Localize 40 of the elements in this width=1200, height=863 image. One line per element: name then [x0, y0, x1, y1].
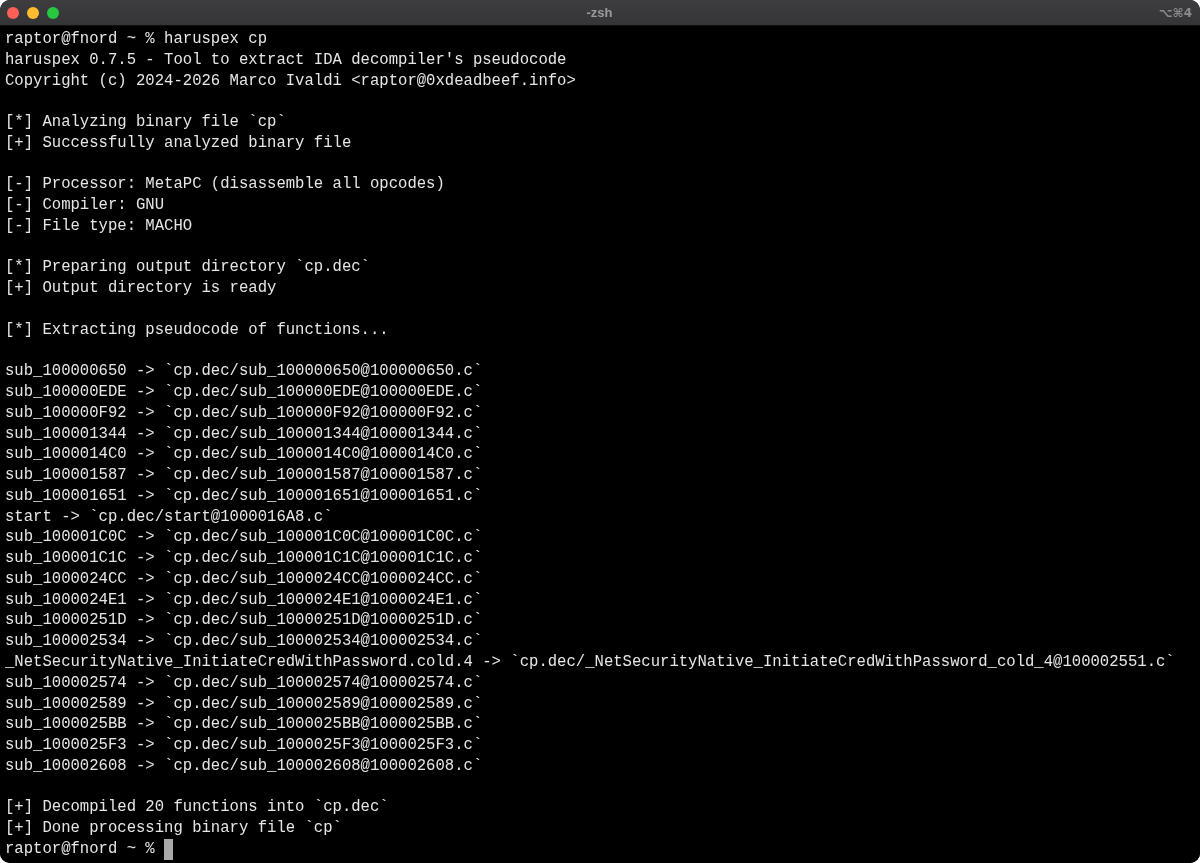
output-line: sub_10000251D -> `cp.dec/sub_10000251D@10000251D.c` — [5, 610, 484, 632]
output-line: haruspex 0.7.5 - Tool to extract IDA decompiler's pseudocode — [5, 49, 568, 71]
output-line: Copyright (c) 2024-2026 Marco Ivaldi <raptor@0xdeadbeef.info> — [5, 70, 577, 92]
output-line: [+] Done processing binary file `cp` — [5, 818, 343, 839]
output-line: sub_100002589 -> `cp.dec/sub_100002589@100002589.c` — [5, 693, 484, 715]
output-line: sub_100002608 -> `cp.dec/sub_100002608@100002608.c` — [5, 755, 484, 777]
close-icon[interactable] — [7, 6, 19, 19]
output-line: [*] Preparing output directory `cp.dec` — [5, 257, 371, 279]
output-line: [-] Compiler: GNU — [5, 195, 166, 216]
maximize-icon[interactable] — [47, 6, 59, 19]
output-line: _NetSecurityNative_InitiateCredWithPassword.cold.4 -> `cp.dec/_NetSecurityNative_InitiateCredWithPassword_cold_4@100002551.c` — [5, 651, 1176, 673]
command-text: haruspex cp — [164, 29, 267, 50]
output-line: [+] Decompiled 20 functions into `cp.dec` — [5, 797, 390, 819]
output-line: sub_1000024CC -> `cp.dec/sub_1000024CC@1000024CC.c` — [5, 568, 484, 590]
prompt-text: raptor@fnord ~ % — [5, 838, 155, 860]
output-line: sub_100002534 -> `cp.dec/sub_100002534@100002534.c` — [5, 631, 484, 652]
window-title: -zsh — [586, 4, 613, 21]
minimize-icon[interactable] — [27, 6, 39, 19]
output-line: [+] Successfully analyzed binary file — [5, 132, 353, 154]
output-line: [*] Analyzing binary file `cp` — [5, 112, 287, 133]
output-line: sub_100000650 -> `cp.dec/sub_100000650@100000650.c` — [5, 361, 484, 382]
output-line: sub_100001C0C -> `cp.dec/sub_100001C0C@100001C0C.c` — [5, 527, 484, 549]
output-line: [+] Output directory is ready — [5, 278, 278, 299]
output-line: sub_100001587 -> `cp.dec/sub_100001587@100001587.c` — [5, 465, 484, 486]
output-line: sub_100000EDE -> `cp.dec/sub_100000EDE@100000EDE.c` — [5, 382, 484, 403]
output-line: [-] Processor: MetaPC (disassemble all opcodes) — [5, 174, 446, 196]
output-line: sub_1000024E1 -> `cp.dec/sub_1000024E1@1000024E1.c` — [5, 589, 484, 611]
output-line: [-] File type: MACHO — [5, 215, 194, 237]
output-line: sub_100002574 -> `cp.dec/sub_100002574@100002574.c` — [5, 672, 484, 694]
output-line: sub_100001C1C -> `cp.dec/sub_100001C1C@100001C1C.c` — [5, 548, 484, 569]
output-line: sub_1000014C0 -> `cp.dec/sub_1000014C0@1000014C0.c` — [5, 444, 484, 466]
output-line: [*] Extracting pseudocode of functions... — [5, 319, 390, 341]
output-line: sub_100001344 -> `cp.dec/sub_100001344@100001344.c` — [5, 423, 484, 445]
output-line: sub_1000025F3 -> `cp.dec/sub_1000025F3@1000025F3.c` — [5, 735, 484, 756]
prompt-text: raptor@fnord ~ % — [5, 29, 155, 50]
shortcut-label: ⌥⌘4 — [1158, 4, 1192, 21]
output-line: start -> `cp.dec/start@1000016A8.c` — [5, 506, 334, 528]
output-line: sub_1000025BB -> `cp.dec/sub_1000025BB@1000025BB.c` — [5, 714, 484, 736]
output-line: sub_100001651 -> `cp.dec/sub_100001651@100001651.c` — [5, 485, 484, 507]
output-line: sub_100000F92 -> `cp.dec/sub_100000F92@100000F92.c` — [5, 402, 484, 424]
